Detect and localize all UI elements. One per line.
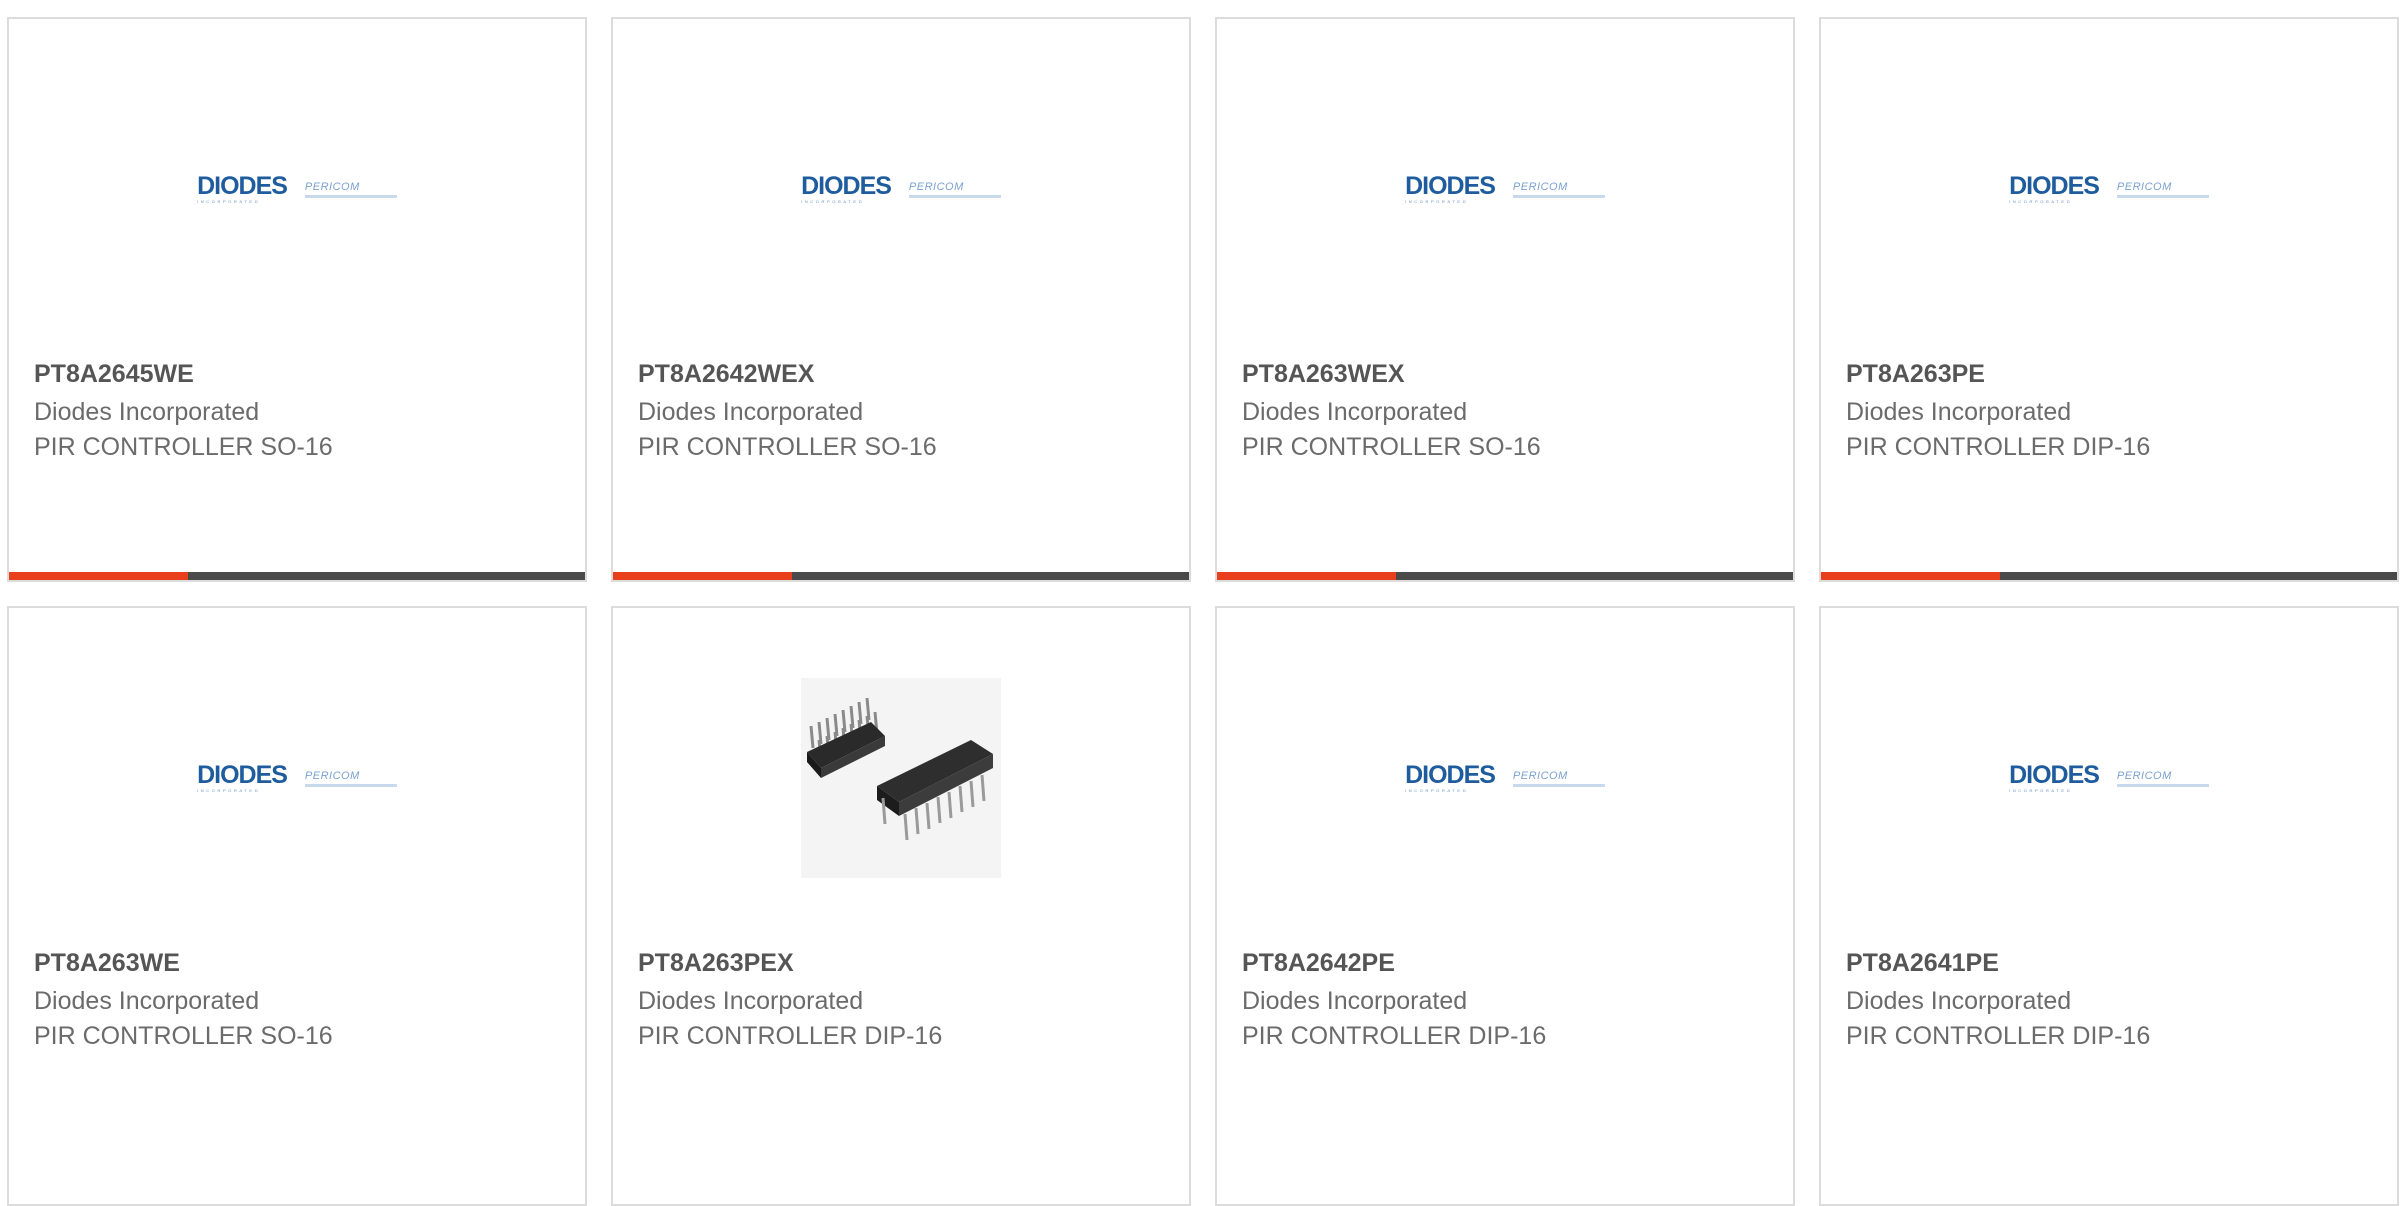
product-card[interactable]: PT8A263PEX Diodes Incorporated PIR CONTR… xyxy=(611,606,1191,1206)
product-image[interactable]: DIODES INCORPORATED PERICOM xyxy=(9,608,585,948)
card-progress-accent xyxy=(9,572,188,580)
card-progress-accent xyxy=(1821,572,2000,580)
product-info: PT8A263WEX Diodes Incorporated PIR CONTR… xyxy=(1242,359,1783,467)
part-number-link[interactable]: PT8A263WE xyxy=(34,948,575,978)
product-image[interactable]: DIODES INCORPORATED PERICOM xyxy=(613,19,1189,359)
card-progress-bar xyxy=(613,572,1189,580)
product-image[interactable]: DIODES INCORPORATED PERICOM xyxy=(1217,19,1793,359)
logo-brand: DIODES xyxy=(801,172,892,200)
product-description: PIR CONTROLLER DIP-16 xyxy=(638,1022,943,1050)
card-progress-accent xyxy=(1217,572,1396,580)
logo-sub: INCORPORATED xyxy=(1405,788,1469,793)
logo-sub: INCORPORATED xyxy=(197,199,261,204)
diodes-pericom-logo: DIODES INCORPORATED PERICOM xyxy=(2009,174,2209,204)
product-card[interactable]: DIODES INCORPORATED PERICOM PT8A2642WEX D… xyxy=(611,17,1191,582)
product-card[interactable]: DIODES INCORPORATED PERICOM PT8A263WEX Di… xyxy=(1215,17,1795,582)
logo-sub: INCORPORATED xyxy=(2009,788,2073,793)
product-card[interactable]: DIODES INCORPORATED PERICOM PT8A2642PE Di… xyxy=(1215,606,1795,1206)
manufacturer-name: Diodes Incorporated xyxy=(1242,987,1468,1015)
logo-brand: DIODES xyxy=(197,172,288,200)
logo-partner: PERICOM xyxy=(908,180,964,193)
diodes-pericom-logo: DIODES INCORPORATED PERICOM xyxy=(1405,174,1605,204)
product-description: PIR CONTROLLER SO-16 xyxy=(34,1022,333,1050)
product-info: PT8A2645WE Diodes Incorporated PIR CONTR… xyxy=(34,359,575,467)
product-description: PIR CONTROLLER SO-16 xyxy=(34,433,333,461)
product-info: PT8A2641PE Diodes Incorporated PIR CONTR… xyxy=(1846,948,2387,1056)
product-image[interactable] xyxy=(613,608,1189,948)
logo-partner: PERICOM xyxy=(2116,769,2172,782)
part-number-link[interactable]: PT8A2642PE xyxy=(1242,948,1783,978)
diodes-pericom-logo: DIODES INCORPORATED PERICOM xyxy=(197,174,397,204)
logo-partner: PERICOM xyxy=(304,769,360,782)
product-info: PT8A2642PE Diodes Incorporated PIR CONTR… xyxy=(1242,948,1783,1056)
product-image[interactable]: DIODES INCORPORATED PERICOM xyxy=(1217,608,1793,948)
product-info: PT8A263PE Diodes Incorporated PIR CONTRO… xyxy=(1846,359,2387,467)
manufacturer-name: Diodes Incorporated xyxy=(638,398,864,426)
part-number-link[interactable]: PT8A263WEX xyxy=(1242,359,1783,389)
product-info: PT8A263PEX Diodes Incorporated PIR CONTR… xyxy=(638,948,1179,1056)
dip-16-chip-photo xyxy=(801,678,1001,878)
part-number-link[interactable]: PT8A263PEX xyxy=(638,948,1179,978)
product-card[interactable]: DIODES INCORPORATED PERICOM PT8A2645WE Di… xyxy=(7,17,587,582)
manufacturer-name: Diodes Incorporated xyxy=(638,987,864,1015)
logo-brand: DIODES xyxy=(1405,761,1496,789)
logo-sub: INCORPORATED xyxy=(2009,199,2073,204)
logo-brand: DIODES xyxy=(197,761,288,789)
product-description: PIR CONTROLLER SO-16 xyxy=(638,433,937,461)
product-description: PIR CONTROLLER DIP-16 xyxy=(1242,1022,1547,1050)
product-description: PIR CONTROLLER DIP-16 xyxy=(1846,1022,2151,1050)
logo-brand: DIODES xyxy=(2009,761,2100,789)
diodes-pericom-logo: DIODES INCORPORATED PERICOM xyxy=(801,174,1001,204)
part-number-link[interactable]: PT8A263PE xyxy=(1846,359,2387,389)
logo-partner: PERICOM xyxy=(304,180,360,193)
diodes-pericom-logo: DIODES INCORPORATED PERICOM xyxy=(1405,763,1605,793)
product-image[interactable]: DIODES INCORPORATED PERICOM xyxy=(1821,608,2397,948)
product-card[interactable]: DIODES INCORPORATED PERICOM PT8A263PE Dio… xyxy=(1819,17,2399,582)
logo-partner: PERICOM xyxy=(1512,180,1568,193)
card-progress-bar xyxy=(9,572,585,580)
product-description: PIR CONTROLLER DIP-16 xyxy=(1846,433,2151,461)
product-info: PT8A2642WEX Diodes Incorporated PIR CONT… xyxy=(638,359,1179,467)
manufacturer-name: Diodes Incorporated xyxy=(1846,398,2072,426)
logo-partner: PERICOM xyxy=(2116,180,2172,193)
logo-sub: INCORPORATED xyxy=(1405,199,1469,204)
product-image[interactable]: DIODES INCORPORATED PERICOM xyxy=(1821,19,2397,359)
manufacturer-name: Diodes Incorporated xyxy=(34,398,260,426)
manufacturer-name: Diodes Incorporated xyxy=(1846,987,2072,1015)
logo-sub: INCORPORATED xyxy=(197,788,261,793)
logo-brand: DIODES xyxy=(2009,172,2100,200)
card-progress-accent xyxy=(613,572,792,580)
product-grid: DIODES INCORPORATED PERICOM PT8A2645WE Di… xyxy=(7,17,2400,1206)
part-number-link[interactable]: PT8A2645WE xyxy=(34,359,575,389)
manufacturer-name: Diodes Incorporated xyxy=(34,987,260,1015)
product-info: PT8A263WE Diodes Incorporated PIR CONTRO… xyxy=(34,948,575,1056)
part-number-link[interactable]: PT8A2642WEX xyxy=(638,359,1179,389)
diodes-pericom-logo: DIODES INCORPORATED PERICOM xyxy=(2009,763,2209,793)
diodes-pericom-logo: DIODES INCORPORATED PERICOM xyxy=(197,763,397,793)
logo-sub: INCORPORATED xyxy=(801,199,865,204)
logo-brand: DIODES xyxy=(1405,172,1496,200)
product-description: PIR CONTROLLER SO-16 xyxy=(1242,433,1541,461)
manufacturer-name: Diodes Incorporated xyxy=(1242,398,1468,426)
logo-partner: PERICOM xyxy=(1512,769,1568,782)
card-progress-bar xyxy=(1821,572,2397,580)
card-progress-bar xyxy=(1217,572,1793,580)
product-card[interactable]: DIODES INCORPORATED PERICOM PT8A2641PE Di… xyxy=(1819,606,2399,1206)
product-image[interactable]: DIODES INCORPORATED PERICOM xyxy=(9,19,585,359)
part-number-link[interactable]: PT8A2641PE xyxy=(1846,948,2387,978)
product-card[interactable]: DIODES INCORPORATED PERICOM PT8A263WE Dio… xyxy=(7,606,587,1206)
